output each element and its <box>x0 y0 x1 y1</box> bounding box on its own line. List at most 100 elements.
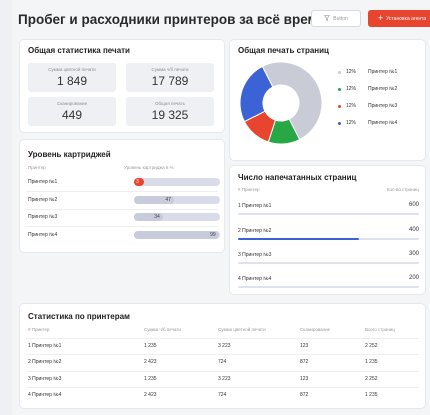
install-agent-button[interactable]: + Установка агента <box>368 10 430 27</box>
table-cell: 3 223 <box>218 343 231 349</box>
pie-card: Общая печать страниц 12% Принтер №1 12% При… <box>230 40 425 160</box>
legend-name: Принтер №3 <box>368 103 398 109</box>
cartridge-row-label: Принтер №4 <box>28 232 58 238</box>
cartridge-level-bar: 34 <box>134 213 220 221</box>
cartridge-level-value: 34 <box>154 214 160 220</box>
donut-chart <box>239 61 323 145</box>
pages-row-label: 2 Принтер №2 <box>238 228 272 234</box>
legend-percent: 12% <box>346 69 357 75</box>
legend-percent: 12% <box>346 103 357 109</box>
pages-col-printer: # Принтер <box>238 187 260 192</box>
legend-item: 12% Принтер №4 <box>338 120 397 126</box>
table-cell: 724 <box>218 392 227 398</box>
table-cell: 2 423 <box>144 392 157 398</box>
stat-scanning: Сканирование 449 <box>28 97 116 126</box>
printer-stats-card: Статистика по принтерам # Принтер Сумма ч… <box>20 304 425 408</box>
legend-item: 12% Принтер №1 <box>338 69 397 75</box>
stat-value: 449 <box>61 108 83 122</box>
pages-row-value: 200 <box>408 275 419 281</box>
cartridge-level-value: 3 <box>136 179 139 185</box>
cartridge-row-label: Принтер №2 <box>28 197 58 203</box>
cartridge-level-value: 99 <box>210 232 216 238</box>
cartridge-title: Уровень картриджей <box>28 150 111 159</box>
pages-row-value: 600 <box>408 202 419 208</box>
table-cell: 872 <box>300 392 309 398</box>
row-divider <box>26 191 218 192</box>
cartridge-row-label: Принтер №1 <box>28 179 58 185</box>
legend-dot-icon <box>338 87 341 91</box>
page-title: Пробег и расходники принтеров за всё вре… <box>18 12 326 27</box>
pages-row-value: 300 <box>408 251 419 257</box>
table-cell: 2 252 <box>365 343 378 349</box>
table-row-divider <box>26 371 419 372</box>
col-level-header: Уровень картриджа в % <box>124 165 174 170</box>
stat-value: 19 325 <box>151 108 189 122</box>
table-cell: 123 <box>300 376 309 382</box>
legend-name: Принтер №2 <box>368 86 398 92</box>
row-divider <box>26 226 218 227</box>
table-header-cell: Сумма ч/б печати <box>144 327 181 332</box>
stat-value: 17 789 <box>151 74 189 88</box>
table-cell: 123 <box>300 343 309 349</box>
table-cell: 3 223 <box>218 376 231 382</box>
pages-row-label: 1 Принтер №1 <box>238 203 272 209</box>
table-row-divider <box>26 387 419 388</box>
legend-item: 12% Принтер №3 <box>338 103 397 109</box>
table-header-cell: Сканирование <box>300 327 331 332</box>
stat-label: Сканирование <box>56 101 88 106</box>
legend-name: Принтер №1 <box>368 69 398 75</box>
stat-bw-print: Сумма ч/б печати 17 789 <box>126 63 214 92</box>
cartridge-level-value: 47 <box>165 197 171 203</box>
table-header-cell: # Принтер <box>28 327 50 332</box>
page: Пробег и расходники принтеров за всё вре… <box>12 0 430 415</box>
legend-percent: 12% <box>346 86 357 92</box>
legend-item: 12% Принтер №2 <box>338 86 397 92</box>
stat-total-print: Общая печать 19 325 <box>126 97 214 126</box>
printer-stats-title: Статистика по принтерам <box>28 312 130 321</box>
table-cell: 1 235 <box>144 376 157 382</box>
stat-color-print: Сумма цветной печати 1 849 <box>28 63 116 92</box>
stats-card: Общая статистика печати Сумма цветной пе… <box>20 40 224 132</box>
table-header-cell: Сумма цветной печати <box>218 327 266 332</box>
stat-label: Общая печать <box>155 101 185 106</box>
legend-name: Принтер №4 <box>368 120 398 126</box>
table-cell-printer: 3 Принтер №3 <box>28 376 62 382</box>
pages-row-value: 400 <box>408 227 419 233</box>
table-row-divider <box>26 354 419 355</box>
legend-dot-icon <box>338 121 341 125</box>
pages-progress-fill <box>238 238 360 240</box>
stat-value: 1 849 <box>56 74 88 88</box>
legend-dot-icon <box>338 104 341 108</box>
table-cell: 872 <box>300 359 309 365</box>
stats-title: Общая статистика печати <box>28 46 130 55</box>
table-cell-printer: 4 Принтер №4 <box>28 392 62 398</box>
legend-dot-icon <box>338 70 341 74</box>
stat-label: Сумма цветной печати <box>48 67 96 72</box>
table-cell: 2 423 <box>144 359 157 365</box>
install-agent-label: Установка агента <box>386 15 427 22</box>
pages-row-label: 3 Принтер №3 <box>238 252 272 258</box>
pages-progress-bar <box>238 238 419 240</box>
pages-row-label: 4 Принтер №4 <box>238 276 272 282</box>
table-header-cell: Всего страниц <box>365 327 395 332</box>
filter-button-label: Button <box>333 15 348 22</box>
pages-col-count: Кол-во страниц <box>386 187 419 192</box>
cartridge-row-label: Принтер №3 <box>28 214 58 220</box>
pages-progress-bar <box>238 262 419 264</box>
col-printer-header: Принтер <box>28 165 46 170</box>
cartridge-level-bar: 47 <box>134 196 220 204</box>
legend-percent: 12% <box>346 120 357 126</box>
filter-button[interactable]: Button <box>311 10 361 27</box>
stat-label: Сумма ч/б печати <box>151 67 189 72</box>
table-cell-printer: 1 Принтер №1 <box>28 343 62 349</box>
table-cell: 1 235 <box>365 392 378 398</box>
filter-icon <box>324 14 331 23</box>
cartridge-card: Уровень картриджей Принтер Уровень картр… <box>20 140 224 252</box>
cartridge-level-fill <box>134 231 220 239</box>
table-cell: 2 252 <box>365 376 378 382</box>
cartridge-level-bar: 99 <box>134 231 220 239</box>
table-cell: 1 235 <box>365 359 378 365</box>
table-cell: 724 <box>218 359 227 365</box>
header: Пробег и расходники принтеров за всё вре… <box>18 10 430 30</box>
table-row-divider <box>26 338 419 339</box>
